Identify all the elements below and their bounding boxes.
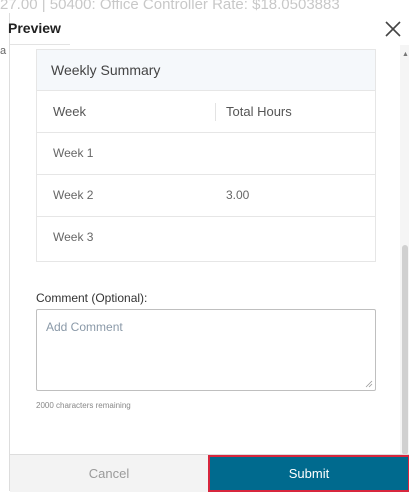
- resize-handle-icon[interactable]: [365, 380, 373, 388]
- preview-dialog: Preview ▲ Weekly Summary Week Total Hour…: [8, 13, 409, 492]
- scroll-up-icon[interactable]: ▲: [402, 51, 409, 58]
- table-row: Week 1: [37, 133, 375, 175]
- dialog-header: Preview: [8, 13, 409, 45]
- title-underline: [10, 44, 70, 45]
- scrollbar[interactable]: ▲: [400, 45, 409, 455]
- weekly-summary-heading: Weekly Summary: [37, 50, 375, 91]
- table-row: Week 2 3.00: [37, 175, 375, 217]
- cancel-button[interactable]: Cancel: [10, 455, 208, 492]
- close-icon[interactable]: [383, 19, 403, 39]
- dialog-title: Preview: [8, 20, 61, 36]
- scrollbar-thumb[interactable]: [402, 245, 408, 455]
- week-cell: Week 1: [53, 146, 94, 160]
- week-cell: Week 3: [53, 230, 94, 244]
- comment-textarea[interactable]: Add Comment: [36, 309, 376, 391]
- dialog-footer: Cancel Submit: [10, 454, 409, 492]
- background-page-text: 27.00 | 50400: Office Controller Rate: $…: [0, 0, 340, 13]
- submit-button[interactable]: Submit: [208, 455, 409, 492]
- background-fragment: a: [0, 45, 7, 57]
- column-header-total-hours: Total Hours: [226, 104, 292, 119]
- table-row: Week 3: [37, 217, 375, 258]
- hours-cell: 3.00: [226, 188, 250, 202]
- table-header-row: Week Total Hours: [37, 91, 375, 133]
- week-cell: Week 2: [53, 188, 94, 202]
- column-header-week: Week: [53, 104, 86, 119]
- comment-placeholder: Add Comment: [46, 320, 123, 334]
- comment-label: Comment (Optional):: [36, 291, 148, 305]
- characters-remaining: 2000 characters remaining: [36, 401, 131, 410]
- column-divider: [215, 103, 216, 121]
- weekly-summary-table: Weekly Summary Week Total Hours Week 1 W…: [36, 49, 376, 262]
